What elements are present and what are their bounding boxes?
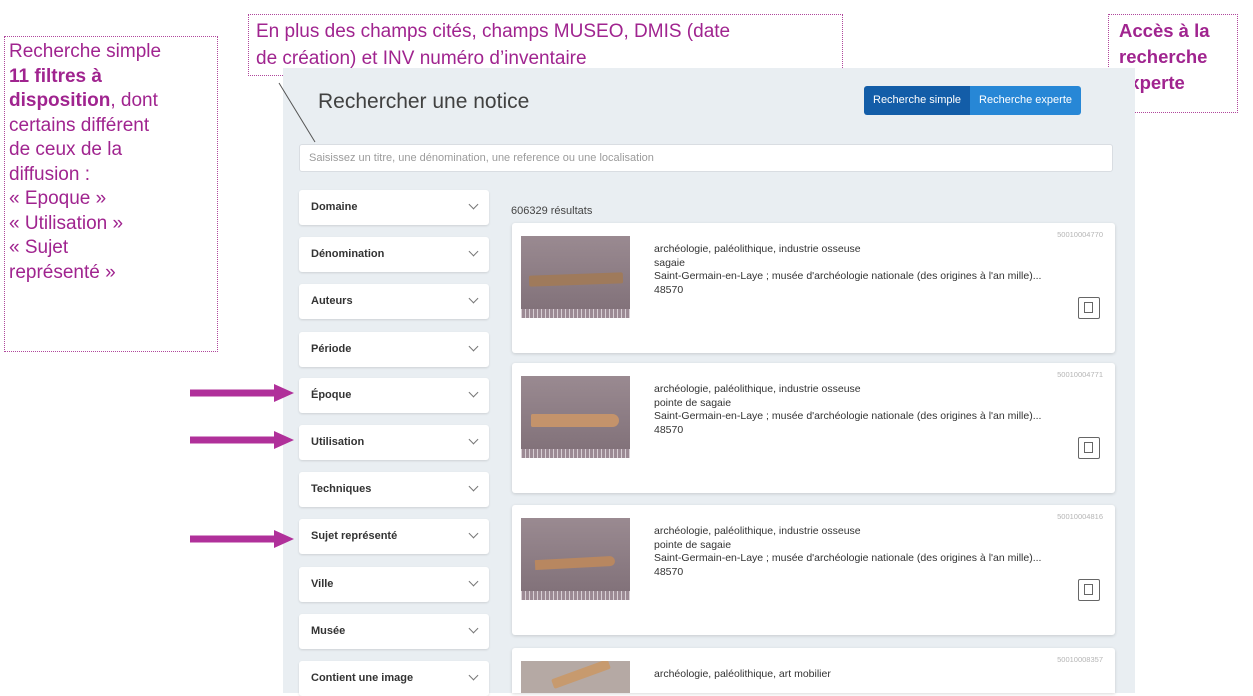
filter-epoque[interactable]: Époque: [299, 378, 489, 413]
result-domain: archéologie, paléolithique, industrie os…: [654, 243, 861, 255]
result-reference: 50010004770: [1057, 230, 1103, 239]
result-reference: 50010008357: [1057, 655, 1103, 664]
result-denomination: pointe de sagaie: [654, 396, 732, 409]
filter-label: Sujet représenté: [311, 530, 398, 542]
annotation-right-line3: experte: [1119, 72, 1185, 93]
filter-label: Auteurs: [311, 295, 353, 307]
result-location: Saint-Germain-en-Laye ; musée d'archéolo…: [654, 270, 1042, 282]
filter-sujet-represente[interactable]: Sujet représenté: [299, 519, 489, 554]
filter-techniques[interactable]: Techniques: [299, 472, 489, 507]
filter-label: Ville: [311, 578, 334, 590]
result-reference: 50010004816: [1057, 512, 1103, 521]
filter-label: Utilisation: [311, 436, 365, 448]
search-mode-switch: Recherche simple Recherche experte: [864, 86, 1081, 115]
qr-code-icon[interactable]: [1078, 297, 1100, 319]
result-card[interactable]: 50010004816 archéologie, paléolithique, …: [512, 505, 1115, 635]
simple-search-button[interactable]: Recherche simple: [864, 86, 971, 115]
annotation-left-item-3a: « Sujet: [9, 237, 69, 258]
filter-utilisation[interactable]: Utilisation: [299, 425, 489, 460]
chevron-down-icon: [468, 246, 479, 257]
annotation-left-rest-2: certains différent: [9, 114, 150, 136]
annotation-left-bold-1: 11 filtres à: [9, 65, 102, 87]
result-thumbnail: [521, 236, 630, 318]
expert-search-button[interactable]: Recherche experte: [970, 86, 1081, 115]
qr-code-icon[interactable]: [1078, 437, 1100, 459]
annotation-right-line2: recherche: [1119, 46, 1208, 67]
result-denomination: pointe de sagaie: [654, 538, 732, 551]
filter-domaine[interactable]: Domaine: [299, 190, 489, 225]
result-card[interactable]: 50010004770 archéologie, paléolithique, …: [512, 223, 1115, 353]
result-domain: archéologie, paléolithique, art mobilier: [654, 668, 831, 680]
filter-label: Techniques: [311, 483, 372, 495]
annotation-left-rest-4: diffusion :: [9, 163, 90, 185]
annotation-left-rest-1: , dont: [110, 90, 158, 111]
result-inventory: 48570: [654, 283, 684, 296]
annotation-right-line1: Accès à la: [1119, 20, 1210, 41]
filter-label: Période: [311, 343, 352, 355]
filter-label: Époque: [311, 389, 352, 401]
annotation-pointer-line: [278, 82, 316, 143]
result-inventory: 48570: [654, 423, 684, 436]
annotation-left-rest-3: de ceux de la: [9, 139, 123, 160]
arrow-right-icon: [190, 384, 294, 402]
filter-label: Musée: [311, 625, 346, 637]
search-input[interactable]: [299, 144, 1113, 172]
filter-contient-image[interactable]: Contient une image: [299, 661, 489, 696]
annotation-left-item-2: « Utilisation »: [9, 212, 124, 234]
result-thumbnail: [521, 518, 630, 600]
page-title: Rechercher une notice: [318, 90, 530, 113]
annotation-left-item-3b: représenté »: [9, 261, 116, 283]
qr-code-icon[interactable]: [1078, 579, 1100, 601]
result-domain: archéologie, paléolithique, industrie os…: [654, 383, 861, 395]
filter-ville[interactable]: Ville: [299, 567, 489, 602]
filter-periode[interactable]: Période: [299, 332, 489, 367]
result-denomination: sagaie: [654, 256, 685, 269]
chevron-down-icon: [468, 434, 479, 445]
chevron-down-icon: [468, 387, 479, 398]
chevron-down-icon: [468, 293, 479, 304]
result-location: Saint-Germain-en-Laye ; musée d'archéolo…: [654, 410, 1042, 422]
result-card[interactable]: 50010004771 archéologie, paléolithique, …: [512, 363, 1115, 493]
filter-denomination[interactable]: Dénomination: [299, 237, 489, 272]
result-reference: 50010004771: [1057, 370, 1103, 379]
result-domain: archéologie, paléolithique, industrie os…: [654, 525, 861, 537]
filter-label: Dénomination: [311, 248, 385, 260]
chevron-down-icon: [468, 623, 479, 634]
annotation-left-bold-2: disposition: [9, 90, 111, 111]
annotation-extra-fields: En plus des champs cités, champs MUSEO, …: [248, 14, 843, 76]
result-location: Saint-Germain-en-Laye ; musée d'archéolo…: [654, 552, 1042, 564]
annotation-left-item-1: « Epoque »: [9, 188, 107, 209]
chevron-down-icon: [468, 341, 479, 352]
filter-musee[interactable]: Musée: [299, 614, 489, 649]
chevron-down-icon: [468, 199, 479, 210]
results-count: 606329 résultats: [511, 205, 593, 217]
annotation-left-intro: Recherche simple: [9, 41, 162, 62]
arrow-right-icon: [190, 431, 294, 449]
result-thumbnail: [521, 661, 630, 693]
filter-label: Contient une image: [311, 672, 414, 684]
chevron-down-icon: [468, 528, 479, 539]
filter-auteurs[interactable]: Auteurs: [299, 284, 489, 319]
chevron-down-icon: [468, 576, 479, 587]
result-thumbnail: [521, 376, 630, 458]
arrow-right-icon: [190, 530, 294, 548]
chevron-down-icon: [468, 481, 479, 492]
result-inventory: 48570: [654, 565, 684, 578]
annotation-simple-search: Recherche simple 11 filtres à dispositio…: [4, 36, 218, 352]
filter-label: Domaine: [311, 201, 358, 213]
result-card[interactable]: 50010008357 archéologie, paléolithique, …: [512, 648, 1115, 693]
chevron-down-icon: [468, 670, 479, 681]
annotation-top-line1: En plus des champs cités, champs MUSEO, …: [256, 21, 731, 42]
